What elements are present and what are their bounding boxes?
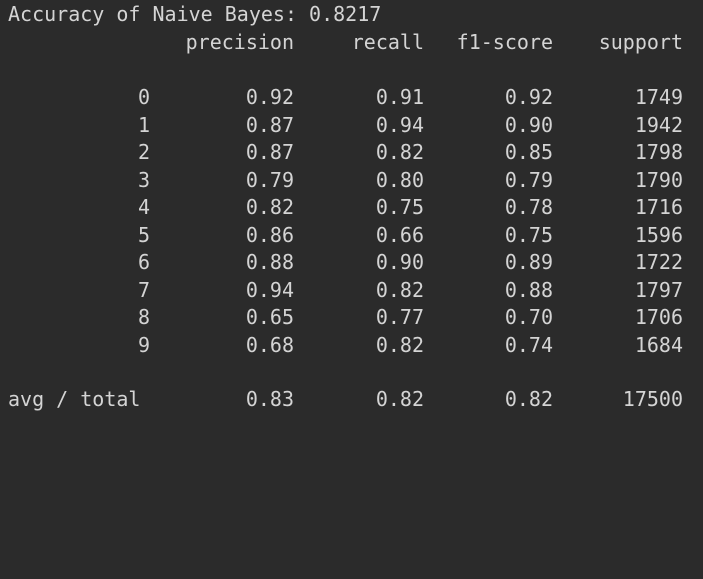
table-row: 9 0.68 0.82 0.74 1684: [0, 332, 703, 360]
table-row: 2 0.87 0.82 0.85 1798: [0, 139, 703, 167]
row-f1-score: 0.85: [504, 140, 553, 164]
table-row: 0 0.92 0.91 0.92 1749: [0, 84, 703, 112]
row-label: 0: [137, 85, 150, 109]
row-precision: 0.68: [245, 332, 294, 357]
row-recall: 0.77: [375, 305, 424, 329]
total-label: avg / total: [8, 387, 141, 411]
row-recall: 0.91: [375, 85, 424, 109]
row-label: 3: [137, 167, 150, 192]
row-support: 1798: [634, 140, 683, 164]
row-precision: 0.79: [245, 167, 294, 192]
accuracy-text: Accuracy of Naive Bayes: 0.8217: [8, 2, 382, 26]
row-support: 1749: [634, 85, 683, 109]
row-f1-score: 0.70: [504, 305, 553, 329]
row-label: 2: [137, 140, 150, 164]
table-row: 1 0.87 0.94 0.90 1942: [0, 112, 703, 140]
row-f1-score: 0.90: [504, 112, 553, 137]
row-support: 1722: [634, 250, 683, 274]
row-label: 4: [137, 195, 150, 219]
table-row: 6 0.88 0.90 0.89 1722: [0, 249, 703, 277]
row-f1-score: 0.88: [504, 277, 553, 302]
row-f1-score: 0.75: [504, 222, 553, 247]
row-support: 1716: [634, 195, 683, 219]
accuracy-line: Accuracy of Naive Bayes: 0.8217: [0, 1, 703, 29]
header-f1-score: f1-score: [456, 30, 553, 54]
row-recall: 0.80: [375, 167, 424, 192]
row-precision: 0.92: [245, 85, 294, 109]
row-f1-score: 0.79: [504, 167, 553, 192]
report-header-row: precision recall f1-score support: [0, 29, 703, 57]
row-label: 8: [137, 305, 150, 329]
console-output: Accuracy of Naive Bayes: 0.8217 precisio…: [0, 0, 703, 424]
row-recall: 0.94: [375, 112, 424, 137]
row-recall: 0.90: [375, 250, 424, 274]
row-label: 7: [137, 277, 150, 302]
row-support: 1596: [634, 222, 683, 247]
row-label: 9: [137, 332, 150, 357]
row-recall: 0.82: [375, 332, 424, 357]
row-recall: 0.66: [375, 222, 424, 247]
report-total-row: avg / total 0.83 0.82 0.82 17500: [0, 386, 703, 414]
row-precision: 0.86: [245, 222, 294, 247]
row-recall: 0.75: [375, 195, 424, 219]
table-row: 8 0.65 0.77 0.70 1706: [0, 304, 703, 332]
row-precision: 0.82: [245, 195, 294, 219]
total-f1-score: 0.82: [504, 387, 553, 411]
row-label: 1: [137, 112, 150, 137]
header-precision: precision: [185, 30, 294, 54]
row-f1-score: 0.89: [504, 250, 553, 274]
row-f1-score: 0.74: [504, 332, 553, 357]
row-precision: 0.94: [245, 277, 294, 302]
row-recall: 0.82: [375, 277, 424, 302]
row-support: 1684: [634, 332, 683, 357]
row-recall: 0.82: [375, 140, 424, 164]
row-precision: 0.65: [245, 305, 294, 329]
row-support: 1797: [634, 277, 683, 302]
table-row: 7 0.94 0.82 0.88 1797: [0, 277, 703, 305]
row-support: 1706: [634, 305, 683, 329]
total-support: 17500: [622, 387, 683, 411]
row-support: 1790: [634, 167, 683, 192]
row-f1-score: 0.92: [504, 85, 553, 109]
table-row: 5 0.86 0.66 0.75 1596: [0, 222, 703, 250]
table-row: 3 0.79 0.80 0.79 1790: [0, 167, 703, 195]
row-support: 1942: [634, 112, 683, 137]
total-precision: 0.83: [245, 387, 294, 411]
header-support: support: [598, 30, 683, 54]
row-label: 5: [137, 222, 150, 247]
table-row: 4 0.82 0.75 0.78 1716: [0, 194, 703, 222]
row-precision: 0.87: [245, 140, 294, 164]
row-precision: 0.87: [245, 112, 294, 137]
header-recall: recall: [351, 30, 424, 54]
row-f1-score: 0.78: [504, 195, 553, 219]
total-recall: 0.82: [375, 387, 424, 411]
row-label: 6: [137, 250, 150, 274]
row-precision: 0.88: [245, 250, 294, 274]
